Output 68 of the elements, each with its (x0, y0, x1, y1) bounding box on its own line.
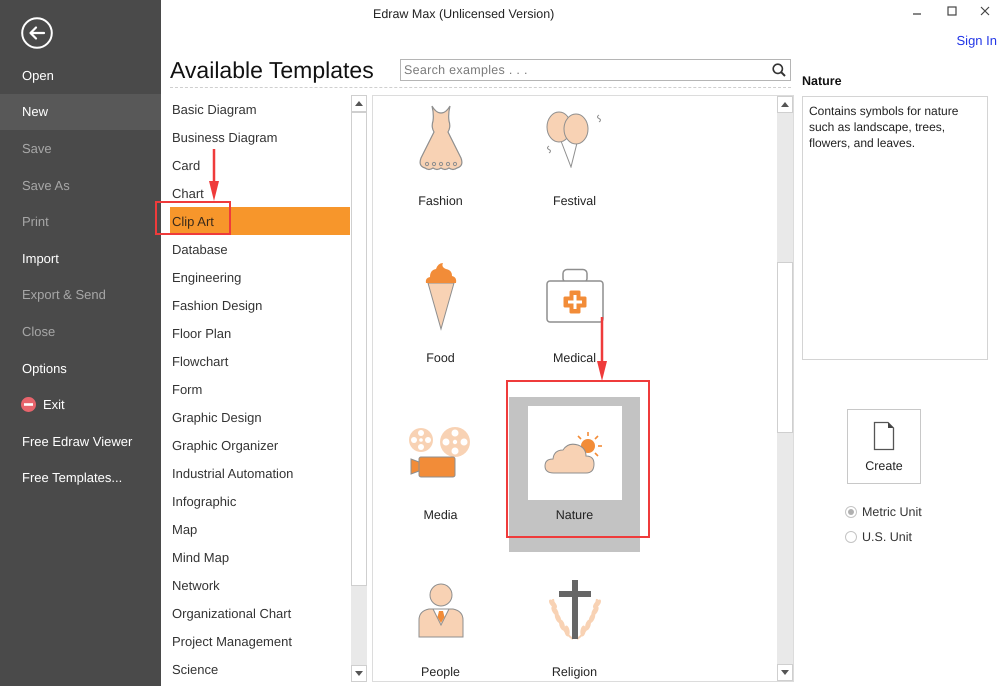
scroll-up-button[interactable] (351, 95, 367, 112)
template-tile[interactable]: Festival (509, 96, 640, 238)
annotation-arrow (208, 149, 220, 201)
radio-icon[interactable] (845, 506, 857, 518)
category-item[interactable]: Map (170, 515, 350, 543)
caret-down-icon (781, 670, 789, 675)
radio-icon[interactable] (845, 530, 857, 542)
category-item[interactable]: Organizational Chart (170, 599, 350, 627)
sidebar-menu-item[interactable]: Free Templates... (0, 460, 161, 496)
sign-in-link[interactable]: Sign In (956, 32, 997, 48)
category-item[interactable]: Database (170, 235, 350, 263)
minus-circle-icon (21, 397, 36, 412)
search-field[interactable]: Search examples . . . (400, 58, 791, 80)
template-tile[interactable]: Fashion (375, 96, 506, 238)
category-item[interactable]: Chart (170, 179, 350, 207)
scrollbar-thumb[interactable] (351, 112, 367, 586)
sidebar-menu-item[interactable]: New (0, 94, 161, 130)
sidebar-menu-item[interactable]: Free Edraw Viewer (0, 422, 161, 460)
category-item[interactable]: Mind Map (170, 543, 350, 571)
create-button[interactable]: Create (847, 409, 921, 484)
template-title: Nature (802, 73, 843, 89)
category-item[interactable]: Graphic Design (170, 403, 350, 431)
category-item[interactable]: Engineering (170, 263, 350, 291)
template-tile[interactable]: Media (375, 397, 506, 552)
category-item[interactable]: Industrial Automation (170, 459, 350, 487)
category-item[interactable]: Infographic (170, 487, 350, 515)
scrollbar[interactable] (777, 96, 793, 681)
person-icon (418, 582, 464, 638)
ice-cream-icon (424, 261, 458, 331)
caret-up-icon (355, 101, 363, 106)
category-item[interactable]: Fashion Design (170, 291, 350, 319)
category-item[interactable]: Network (170, 571, 350, 599)
unit-radio[interactable]: Metric Unit (845, 499, 922, 524)
description-text: Contains symbols for nature such as landscape, trees, flowers, and leaves. (809, 103, 960, 151)
caret-down-icon (355, 671, 363, 676)
scroll-down-button[interactable] (351, 665, 367, 682)
category-item[interactable]: Graphic Organizer (170, 431, 350, 459)
category-item[interactable]: Floor Plan (170, 319, 350, 347)
category-item[interactable]: Project Management (170, 627, 350, 655)
category-item[interactable]: Card (170, 151, 350, 179)
template-tile[interactable]: People (375, 554, 506, 681)
caret-up-icon (781, 102, 789, 107)
close-icon (980, 6, 990, 16)
document-icon (873, 420, 895, 450)
scrollbar[interactable] (351, 95, 367, 682)
category-item[interactable]: Business Diagram (170, 123, 350, 151)
annotation-arrow (596, 317, 608, 381)
template-tile[interactable]: Medical (509, 240, 640, 395)
unit-radio[interactable]: U.S. Unit (845, 524, 912, 549)
window-title: Edraw Max (Unlicensed Version) (373, 7, 554, 21)
search-icon[interactable] (772, 62, 786, 76)
category-item[interactable]: Form (170, 375, 350, 403)
sidebar-menu-item[interactable]: Exit (0, 386, 161, 423)
sidebar-menu-item[interactable]: Options (0, 350, 161, 386)
scroll-up-button[interactable] (777, 96, 793, 113)
sidebar-menu-item[interactable]: Import (0, 240, 161, 277)
template-tile[interactable]: Food (375, 240, 506, 395)
minimize-icon (912, 13, 922, 15)
maximize-icon (947, 6, 957, 16)
template-tile[interactable]: Religion (509, 554, 640, 681)
category-item[interactable]: Science (170, 655, 350, 683)
sidebar-menu-item[interactable]: Open (0, 57, 161, 94)
medical-kit-icon (546, 268, 604, 324)
scroll-down-button[interactable] (777, 664, 793, 681)
page-heading: Available Templates (170, 56, 374, 84)
scrollbar-thumb[interactable] (777, 262, 793, 433)
category-item[interactable]: Basic Diagram (170, 95, 350, 123)
category-item[interactable]: Flowchart (170, 347, 350, 375)
